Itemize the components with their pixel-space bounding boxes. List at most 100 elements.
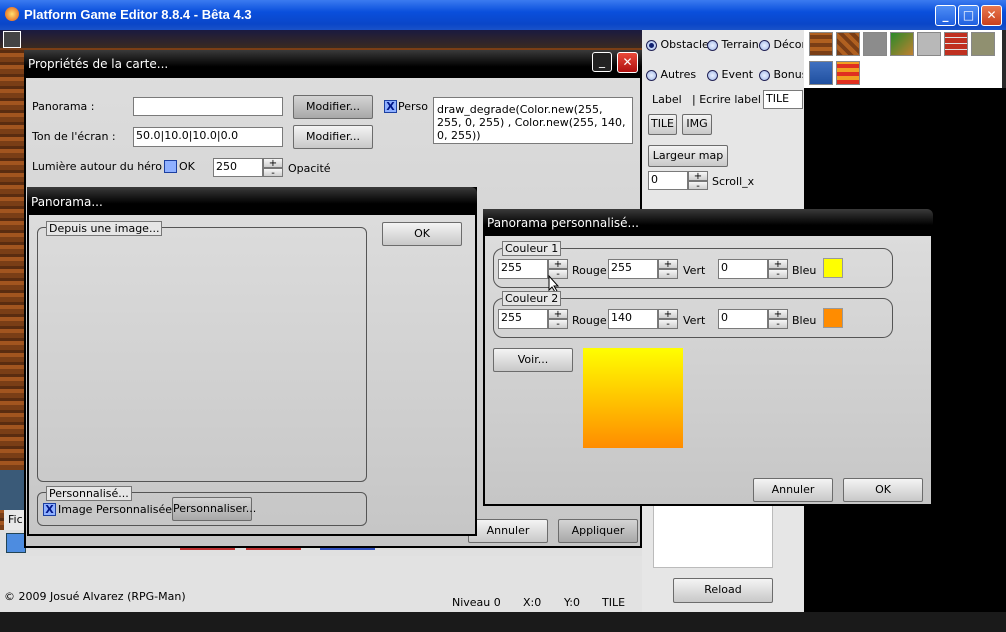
tile-swatch[interactable]: [944, 32, 968, 56]
group-from-image: [37, 227, 367, 482]
radio-indicator[interactable]: [646, 69, 657, 81]
custom-ok-button[interactable]: OK: [843, 478, 923, 502]
color2-red-input[interactable]: 255: [498, 309, 548, 329]
map-cursor-tile[interactable]: [3, 31, 21, 48]
scroll-x-input[interactable]: 0: [648, 171, 688, 190]
radio-bonus-label: Bonus: [773, 68, 804, 81]
group-perso-title: Personnalisé...: [46, 486, 132, 501]
radio-bonus[interactable]: Bonus: [759, 68, 803, 81]
tile-swatch[interactable]: [917, 32, 941, 56]
write-label-caption: | Ecrire label :: [692, 93, 769, 106]
decrement-button[interactable]: -: [548, 319, 568, 330]
color2-green-stepper[interactable]: + -: [658, 309, 678, 330]
decrement-button[interactable]: -: [768, 269, 788, 280]
reload-button[interactable]: Reload: [673, 578, 773, 603]
color2-swatch: [823, 308, 843, 328]
perso-checkbox[interactable]: X: [384, 100, 397, 113]
panorama-modifier-button[interactable]: Modifier...: [293, 95, 373, 119]
panorama-caption: Panorama :: [32, 100, 95, 113]
ton-modifier-button[interactable]: Modifier...: [293, 125, 373, 149]
props-close-button[interactable]: ✕: [617, 52, 638, 73]
voir-button[interactable]: Voir...: [493, 348, 573, 372]
radio-decor[interactable]: Décor: [759, 38, 803, 51]
increment-button[interactable]: +: [548, 259, 568, 270]
radio-obstacle-label: Obstacle: [660, 38, 709, 51]
panorama-code-text[interactable]: draw_degrade(Color.new(255, 255, 0, 255)…: [433, 97, 633, 144]
app-icon: [5, 7, 19, 21]
minimize-button[interactable]: _: [935, 5, 956, 26]
status-y: Y:0: [564, 596, 580, 609]
increment-button[interactable]: +: [768, 309, 788, 320]
menu-file-fragment[interactable]: Fic: [8, 513, 23, 526]
status-area: [0, 556, 642, 612]
color2-green-input[interactable]: 140: [608, 309, 658, 329]
color2-blue-stepper[interactable]: + -: [768, 309, 788, 330]
tile-swatch[interactable]: [971, 32, 995, 56]
perso-label: Perso: [398, 100, 428, 113]
color1-blue-input[interactable]: 0: [718, 259, 768, 279]
panorama-titlebar: Panorama...: [27, 187, 477, 215]
props-appliquer-button[interactable]: Appliquer: [558, 519, 638, 543]
tile-button[interactable]: TILE: [648, 114, 677, 135]
custom-dialog-title: Panorama personnalisé...: [487, 216, 639, 230]
custom-annuler-button[interactable]: Annuler: [753, 478, 833, 502]
increment-button[interactable]: +: [688, 171, 708, 181]
ton-input[interactable]: 50.0|10.0|10.0|0.0: [133, 127, 283, 147]
radio-indicator[interactable]: [646, 39, 657, 51]
color2-blue-input[interactable]: 0: [718, 309, 768, 329]
tile-swatch[interactable]: [836, 61, 860, 85]
increment-button[interactable]: +: [658, 259, 678, 270]
increment-button[interactable]: +: [768, 259, 788, 270]
personnaliser-button[interactable]: Personnaliser...: [172, 497, 256, 521]
radio-obstacle[interactable]: Obstacle: [646, 38, 709, 51]
radio-indicator[interactable]: [707, 39, 718, 51]
color1-green-input[interactable]: 255: [608, 259, 658, 279]
label-input[interactable]: TILE: [763, 90, 803, 109]
props-minimize-button[interactable]: _: [592, 52, 612, 72]
event-list[interactable]: [653, 505, 773, 568]
tile-swatch[interactable]: [890, 32, 914, 56]
decrement-button[interactable]: -: [658, 319, 678, 330]
decrement-button[interactable]: -: [263, 167, 283, 178]
tile-swatch[interactable]: [809, 32, 833, 56]
opacity-stepper[interactable]: + -: [263, 158, 283, 178]
decrement-button[interactable]: -: [768, 319, 788, 330]
status-mode: TILE: [602, 596, 626, 609]
tile-swatch[interactable]: [836, 32, 860, 56]
scroll-x-stepper[interactable]: + -: [688, 171, 708, 191]
panorama-ok-button[interactable]: OK: [382, 222, 462, 246]
panorama-input[interactable]: [133, 97, 283, 116]
maximize-button[interactable]: □: [958, 5, 979, 26]
gradient-preview: [583, 348, 683, 448]
color1-red-input[interactable]: 255: [498, 259, 548, 279]
tool-icon[interactable]: [6, 533, 26, 553]
largeur-map-button[interactable]: Largeur map: [648, 145, 728, 167]
tile-swatch[interactable]: [809, 61, 833, 85]
opacity-input[interactable]: 250: [213, 158, 263, 177]
image-perso-checkbox[interactable]: X: [43, 503, 56, 516]
radio-event[interactable]: Event: [707, 68, 753, 81]
radio-autres[interactable]: Autres: [646, 68, 696, 81]
radio-terrain[interactable]: Terrain: [707, 38, 759, 51]
color2-red-stepper[interactable]: + -: [548, 309, 568, 330]
color1-blue-label: Bleu: [792, 264, 817, 277]
main-titlebar: Platform Game Editor 8.8.4 - Bêta 4.3 _ …: [0, 0, 1006, 30]
close-button[interactable]: ✕: [981, 5, 1002, 26]
radio-autres-label: Autres: [660, 68, 697, 81]
props-annuler-button[interactable]: Annuler: [468, 519, 548, 543]
radio-indicator[interactable]: [759, 69, 770, 81]
radio-indicator[interactable]: [759, 39, 770, 51]
decrement-button[interactable]: -: [658, 269, 678, 280]
increment-button[interactable]: +: [548, 309, 568, 320]
lumiere-ok-checkbox[interactable]: [164, 160, 177, 173]
img-button[interactable]: IMG: [682, 114, 712, 135]
color1-green-stepper[interactable]: + -: [658, 259, 678, 280]
decrement-button[interactable]: -: [688, 180, 708, 191]
increment-button[interactable]: +: [658, 309, 678, 320]
increment-button[interactable]: +: [263, 158, 283, 168]
group-from-image-title: Depuis une image...: [46, 221, 163, 236]
radio-indicator[interactable]: [707, 69, 718, 81]
tile-swatch[interactable]: [863, 32, 887, 56]
copyright-text: © 2009 Josué Alvarez (RPG-Man): [4, 590, 186, 603]
color1-blue-stepper[interactable]: + -: [768, 259, 788, 280]
